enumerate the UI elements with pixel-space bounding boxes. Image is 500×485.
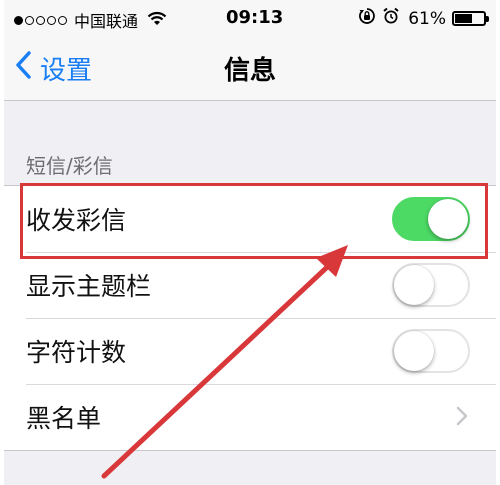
mms-toggle[interactable] [392, 197, 470, 241]
settings-row-subject: 显示主题栏 [4, 252, 496, 318]
row-label: 收发彩信 [26, 206, 127, 235]
status-time: 09:13 [226, 7, 284, 28]
page-title: 信息 [223, 56, 276, 86]
row-label: 黑名单 [26, 404, 102, 433]
signal-dot-empty [47, 15, 56, 25]
status-bar: 中国联通 09:13 61% [4, 0, 496, 36]
toggle-knob [428, 199, 468, 239]
rotation-lock-icon [358, 7, 376, 30]
battery-level-fill [455, 14, 473, 23]
settings-table: 收发彩信 显示主题栏 字符计数 黑名单 [4, 185, 496, 451]
toggle-knob [394, 265, 434, 305]
battery-icon [452, 11, 489, 26]
signal-dot-filled [14, 15, 23, 25]
toggle-knob [394, 331, 434, 371]
wifi-icon [146, 10, 168, 31]
row-label: 字符计数 [26, 338, 127, 367]
signal-dot-empty [36, 15, 45, 25]
navigation-bar: 设置 信息 [4, 36, 496, 101]
row-label: 显示主题栏 [26, 272, 152, 301]
signal-dot-empty [25, 15, 34, 25]
character-count-toggle[interactable] [392, 329, 470, 373]
alarm-icon [382, 7, 400, 30]
chevron-right-icon [456, 406, 468, 430]
section-header: 短信/彩信 [26, 154, 113, 178]
status-right-group: 61% [358, 7, 489, 30]
signal-dot-empty [58, 15, 67, 25]
phone-screen: 中国联通 09:13 61% 设置 信息 短信/彩信 收发彩信 显示主题栏 字符… [4, 0, 496, 485]
battery-percent: 61% [408, 8, 446, 29]
settings-row-character-count: 字符计数 [4, 318, 496, 384]
settings-row-mms: 收发彩信 [4, 186, 496, 252]
carrier-name: 中国联通 [74, 12, 139, 31]
signal-carrier-group: 中国联通 [14, 8, 168, 32]
settings-row-blacklist[interactable]: 黑名单 [4, 384, 496, 450]
subject-field-toggle[interactable] [392, 263, 470, 307]
